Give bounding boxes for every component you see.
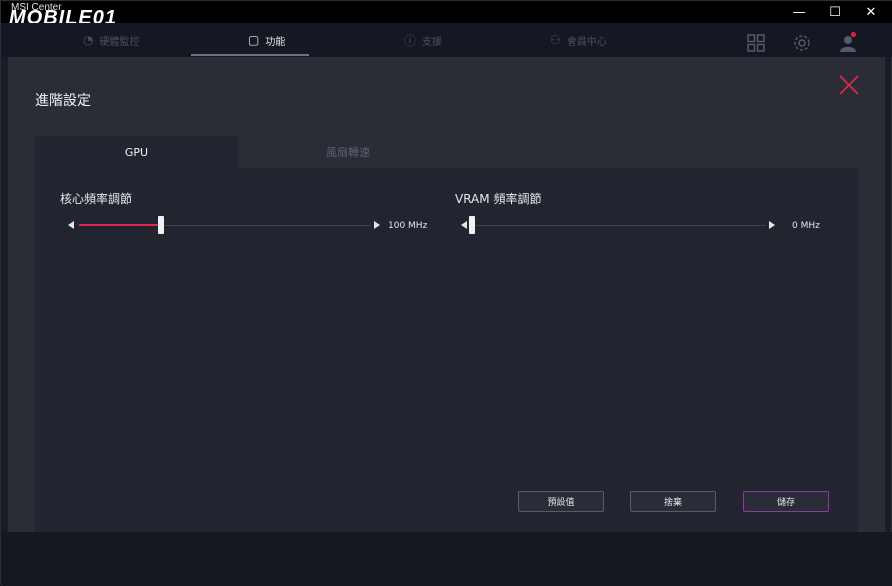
tab-member-center[interactable]: ⚇ 會員中心 <box>550 27 607 53</box>
tab-label: 功能 <box>265 36 286 48</box>
notification-dot <box>851 32 856 37</box>
member-icon: ⚇ <box>550 33 561 47</box>
core-clock-increase-icon[interactable] <box>374 221 380 229</box>
advanced-settings-dialog: 進階設定 GPU 風扇轉速 核心頻率調節 100 MHz VRAM 頻率調節 0… <box>8 57 885 532</box>
vram-clock-track[interactable] <box>472 225 766 226</box>
vram-clock-decrease-icon[interactable] <box>461 221 467 229</box>
tab-support[interactable]: ⓘ 支援 <box>404 27 442 53</box>
core-clock-decrease-icon[interactable] <box>68 221 74 229</box>
grid-icon[interactable] <box>746 33 766 53</box>
tab-label: 硬體監控 <box>99 36 140 48</box>
vram-clock-value: 0 MHz <box>792 221 820 231</box>
core-clock-thumb[interactable] <box>157 216 164 234</box>
tab-gpu[interactable]: GPU <box>35 136 238 168</box>
gauge-icon: ◔ <box>83 33 94 47</box>
dialog-title: 進階設定 <box>35 93 91 109</box>
support-icon: ⓘ <box>404 33 417 48</box>
tab-label: 支援 <box>422 36 443 48</box>
feature-icon: ▢ <box>248 33 260 47</box>
close-dialog-icon[interactable] <box>837 73 861 97</box>
tab-label: 會員中心 <box>566 36 607 48</box>
vram-clock-thumb[interactable] <box>469 216 475 234</box>
minimize-button[interactable]: — <box>781 1 817 23</box>
gpu-panel: 核心頻率調節 100 MHz VRAM 頻率調節 0 MHz <box>35 168 858 532</box>
close-window-button[interactable]: ✕ <box>853 1 889 23</box>
tab-hardware-monitor[interactable]: ◔ 硬體監控 <box>83 27 139 53</box>
active-tab-underline <box>191 54 309 56</box>
core-clock-fill <box>79 224 161 226</box>
tab-fan-speed[interactable]: 風扇轉速 <box>238 136 458 168</box>
vram-clock-increase-icon[interactable] <box>769 221 775 229</box>
save-button[interactable]: 儲存 <box>743 491 829 512</box>
core-clock-value: 100 MHz <box>388 221 428 231</box>
footer-area <box>1 532 892 586</box>
app-window: MSI Center MOBILE01 — ☐ ✕ ◔ 硬體監控 ▢ 功能 ⓘ … <box>0 0 892 586</box>
gear-icon[interactable] <box>792 33 812 53</box>
window-controls: — ☐ ✕ <box>781 1 889 23</box>
maximize-button[interactable]: ☐ <box>817 1 853 23</box>
discard-button[interactable]: 捨棄 <box>630 491 716 512</box>
vram-clock-label: VRAM 頻率調節 <box>455 192 542 206</box>
tab-features[interactable]: ▢ 功能 <box>248 27 285 53</box>
title-bar: MSI Center MOBILE01 — ☐ ✕ <box>1 1 892 29</box>
default-button[interactable]: 預設值 <box>518 491 604 512</box>
core-clock-label: 核心頻率調節 <box>60 192 133 206</box>
